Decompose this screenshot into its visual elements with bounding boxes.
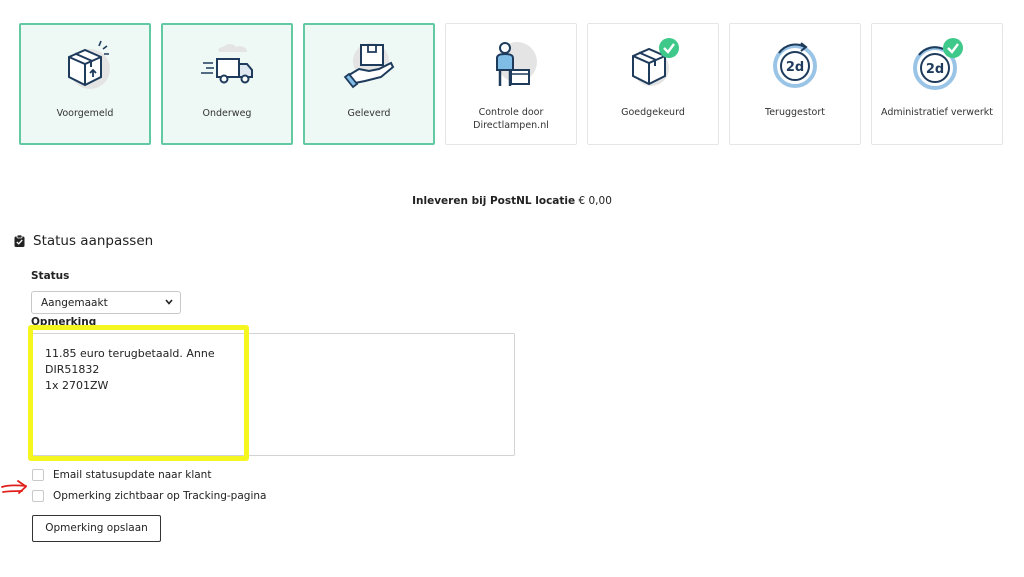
email-checkbox-label: Email statusupdate naar klant	[53, 469, 212, 481]
section-title: Status aanpassen	[33, 233, 154, 249]
step-label: Voorgemeld	[56, 108, 114, 119]
email-checkbox-row[interactable]: Email statusupdate naar klant	[32, 469, 211, 481]
step-goedgekeurd: Goedgekeurd	[587, 23, 719, 145]
status-steps: Voorgemeld Onderweg Geleverd Controle do…	[19, 23, 1004, 147]
step-controle: Controle door Directlampen.nl	[445, 23, 577, 145]
step-administratief: 2d Administratief verwerkt	[871, 23, 1003, 145]
svg-text:2d: 2d	[926, 62, 944, 77]
red-arrow-annotation-icon	[1, 480, 27, 494]
hand-package-icon	[343, 43, 395, 89]
status-select[interactable]: Aangemaakt	[31, 291, 181, 314]
delivery-truck-icon	[201, 44, 253, 84]
svg-text:2d: 2d	[786, 60, 804, 75]
tracking-checkbox[interactable]	[32, 490, 44, 502]
status-select-value: Aangemaakt	[41, 297, 108, 309]
chevron-down-icon	[165, 299, 173, 305]
step-geleverd: Geleverd	[303, 23, 435, 145]
shipping-price: € 0,00	[578, 195, 612, 207]
person-box-icon	[496, 42, 537, 86]
clipboard-icon	[14, 235, 25, 247]
step-label: Onderweg	[202, 108, 252, 119]
section-header: Status aanpassen	[14, 233, 153, 249]
status-label: Status	[31, 270, 70, 282]
box-check-icon	[632, 38, 679, 86]
step-label: Teruggestort	[765, 107, 825, 118]
shipping-line: Inleveren bij PostNL locatie € 0,00	[0, 195, 1024, 207]
save-remark-button[interactable]: Opmerking opslaan	[32, 515, 161, 542]
yellow-highlight-annotation	[28, 325, 249, 461]
email-checkbox[interactable]	[32, 469, 44, 481]
step-voorgemeld: Voorgemeld	[19, 23, 151, 145]
tracking-checkbox-row[interactable]: Opmerking zichtbaar op Tracking-pagina	[32, 490, 266, 502]
refund-2d-icon: 2d	[773, 42, 817, 88]
step-label: Controle door Directlampen.nl	[473, 107, 549, 131]
box-upload-icon	[68, 40, 110, 89]
step-onderweg: Onderweg	[161, 23, 293, 145]
refund-2d-check-icon: 2d	[913, 38, 963, 90]
step-label: Administratief verwerkt	[880, 107, 993, 118]
step-label: Geleverd	[347, 108, 391, 119]
step-label: Goedgekeurd	[621, 107, 685, 118]
tracking-checkbox-label: Opmerking zichtbaar op Tracking-pagina	[53, 490, 267, 502]
shipping-method: Inleveren bij PostNL locatie	[412, 195, 576, 207]
step-teruggestort: 2d Teruggestort	[729, 23, 861, 145]
